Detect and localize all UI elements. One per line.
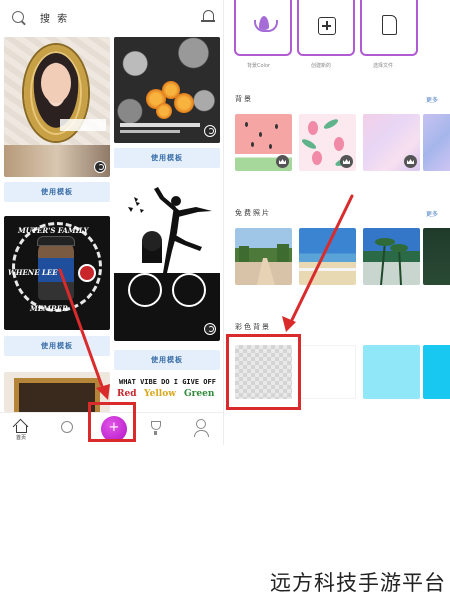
background-thumb-flamingo[interactable] (299, 114, 356, 171)
photo-thumb-forest[interactable] (423, 228, 450, 285)
annotation-box-transparent (226, 334, 301, 410)
file-icon (382, 15, 397, 35)
photo-thumb-garden-path[interactable] (235, 228, 292, 285)
color-swatch-light-cyan[interactable] (363, 345, 420, 399)
more-link[interactable]: 更多 (426, 95, 438, 104)
color-swatch-cyan[interactable] (423, 345, 450, 399)
template-card-vintage-portrait[interactable] (4, 37, 110, 177)
text-art-yellow: Yellow (144, 389, 176, 399)
refresh-icon[interactable] (204, 323, 216, 335)
photo-thumb-beach[interactable] (299, 228, 356, 285)
section-title-color-backgrounds: 彩色背景 (235, 323, 271, 331)
nav-home-label: 首页 (16, 435, 27, 441)
select-file-tool[interactable] (360, 0, 418, 56)
text-art-red: Red (117, 389, 137, 399)
screenshot-composite: 搜 索 使用模板 使用模板 MUTER'S FAMILY WHENE LEE M… (0, 0, 450, 600)
section-title-free-photos: 免费照片 (235, 209, 271, 217)
badge-member: MEMBER (30, 304, 68, 313)
profile-icon[interactable] (194, 419, 209, 437)
photo-thumb-palm-trees[interactable] (363, 228, 420, 285)
background-thumb-watermelon[interactable] (235, 114, 292, 171)
template-card-flowers[interactable] (114, 37, 220, 143)
tool-label: 选择文件 (373, 63, 394, 69)
refresh-icon[interactable] (94, 161, 106, 173)
top-bar: 搜 索 (0, 0, 223, 34)
use-template-button[interactable]: 使用模板 (114, 350, 220, 370)
text-art-green: Green (184, 389, 215, 399)
tool-label: 背景Color (247, 63, 271, 69)
compass-icon[interactable] (61, 421, 73, 433)
crown-icon (340, 155, 353, 168)
text-art-headline: WHAT VIBE DO I GIVE OFF (119, 378, 216, 386)
background-thumb-pastel-marble[interactable] (363, 114, 420, 171)
badge-title: MUTER'S FAMILY (18, 226, 89, 235)
badge-name: WHENE LEE (8, 268, 58, 277)
background-thumb-lavender[interactable] (423, 114, 450, 171)
search-input[interactable]: 搜 索 (40, 10, 69, 25)
home-icon[interactable] (14, 419, 28, 433)
crown-icon (276, 155, 289, 168)
crown-icon (404, 155, 417, 168)
section-title-backgrounds: 背景 (235, 95, 253, 103)
plus-box-icon (318, 17, 336, 35)
template-gallery-screen: 搜 索 使用模板 使用模板 MUTER'S FAMILY WHENE LEE M… (0, 0, 224, 445)
create-new-tool[interactable] (297, 0, 355, 56)
badge-icon (78, 264, 96, 282)
watermark-text: 远方科技手游平台 (270, 571, 446, 595)
use-template-button[interactable]: 使用模板 (4, 182, 110, 202)
more-link[interactable]: 更多 (426, 209, 438, 218)
background-color-tool[interactable] (234, 0, 292, 56)
trophy-icon[interactable] (151, 421, 161, 435)
refresh-icon[interactable] (204, 125, 216, 137)
use-template-button[interactable]: 使用模板 (4, 336, 110, 356)
search-icon[interactable] (12, 11, 24, 23)
annotation-box-plus (88, 402, 136, 442)
bell-icon[interactable] (201, 10, 215, 22)
use-template-button[interactable]: 使用模板 (114, 148, 220, 168)
color-swatch-white[interactable] (299, 345, 356, 399)
template-card-ballerina[interactable] (114, 181, 220, 341)
template-card-family-badge[interactable]: MUTER'S FAMILY WHENE LEE MEMBER (4, 216, 110, 330)
lotus-icon (254, 16, 278, 32)
tool-label: 创建新的 (311, 63, 332, 69)
